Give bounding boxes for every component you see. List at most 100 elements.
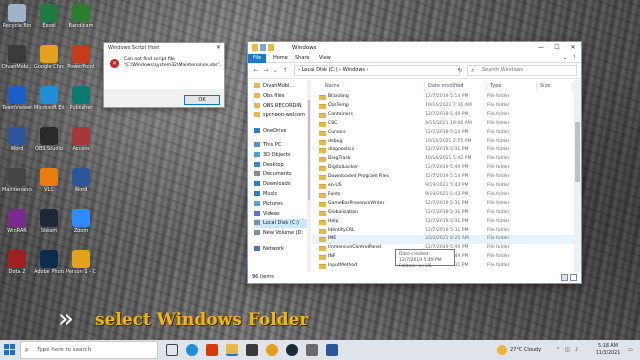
desktop-icon[interactable]: Adobe Photoshop (34, 250, 64, 286)
chrome-icon[interactable] (266, 344, 278, 356)
details-view-icon[interactable] (561, 274, 568, 281)
tab-share[interactable]: Share (290, 54, 314, 63)
back-button[interactable]: ← (252, 66, 260, 76)
nav-item[interactable]: Downloads (254, 180, 310, 189)
close-button[interactable]: ✕ (565, 42, 581, 54)
steam-icon[interactable] (286, 344, 298, 356)
nav-item[interactable]: DivanMobi... (254, 82, 310, 91)
file-row[interactable]: GameBarPresenceWriter 12/7/2019 5:31 PM Fi… (312, 200, 574, 208)
desktop-icon[interactable]: Access (66, 127, 96, 163)
desktop-icon[interactable]: Bandicam (66, 4, 96, 40)
file-row[interactable]: IME 2/10/2021 8:25 AM File folder (312, 235, 574, 244)
nav-item[interactable]: New Volume (D: (254, 229, 310, 238)
maximize-button[interactable]: ☐ (549, 42, 565, 54)
desktop-icon[interactable]: Zoom (66, 209, 96, 245)
nav-item[interactable]: Pictures (254, 200, 310, 209)
file-row[interactable]: Help 12/7/2019 5:31 PM File folder (312, 218, 574, 226)
desktop-icon[interactable]: OBS Studio (34, 127, 64, 163)
tray-chevron-icon[interactable]: ⌃ (556, 340, 560, 360)
desktop-icon[interactable]: Publisher (66, 86, 96, 122)
forward-button[interactable]: → (262, 66, 270, 76)
desktop-icon[interactable]: Recycle Bin (2, 4, 32, 40)
app-icon[interactable] (306, 344, 318, 356)
dialog-ok-button[interactable]: OK (184, 95, 220, 105)
new-folder-icon[interactable] (268, 44, 274, 51)
desktop-icon[interactable]: Maintenance (2, 168, 32, 204)
desktop-icon[interactable]: Dota 2 (2, 250, 32, 286)
nav-item[interactable]: Videos (254, 210, 310, 219)
file-row[interactable]: CbsTemp 10/16/2021 7:36 AM File folder (312, 102, 574, 110)
dialog-close-button[interactable]: ✕ (216, 43, 221, 53)
file-row[interactable]: Branding 12/7/2019 5:14 PM File folder (312, 93, 574, 101)
volume-icon[interactable]: ♪ (575, 340, 578, 360)
nav-scroll-thumb[interactable] (308, 100, 310, 200)
file-row[interactable]: IdentityCRL 12/7/2019 5:31 PM File folder (312, 227, 574, 235)
desktop-icon[interactable]: Word (2, 127, 32, 163)
up-button[interactable]: ↑ (281, 66, 289, 76)
desktop-icon[interactable]: Person 1 - Chrome (66, 250, 96, 286)
network-icon[interactable]: ◫ (565, 340, 570, 360)
nav-item[interactable]: Documents (254, 170, 310, 179)
file-row[interactable]: diagnostics 12/7/2019 5:31 PM File folder (312, 146, 574, 154)
weather-status[interactable]: 27°C Cloudy (510, 340, 541, 360)
address-field[interactable]: › Local Disk (C:) › Windows › (294, 65, 460, 76)
file-row[interactable]: Downloaded Program Files 12/7/2019 5:14 P… (312, 173, 574, 181)
word-icon[interactable] (326, 344, 338, 356)
nav-item[interactable]: Obs files (254, 92, 310, 101)
desktop-icon[interactable]: DivanMobi... (2, 45, 32, 81)
file-row[interactable]: en-US 9/19/2021 5:43 PM File folder (312, 182, 574, 190)
desktop-icon[interactable]: Google Chrome (34, 45, 64, 81)
nav-item[interactable]: OneDrive (254, 127, 310, 136)
properties-icon[interactable] (260, 44, 266, 51)
nav-scrollbar[interactable] (307, 80, 311, 272)
nav-item[interactable]: 3D Objects (254, 151, 310, 160)
notifications-icon[interactable]: ▭ (628, 340, 633, 360)
start-button[interactable] (4, 344, 16, 356)
desktop-icon[interactable]: WinRAR (2, 209, 32, 245)
store-icon[interactable] (246, 344, 258, 356)
taskbar-search-input[interactable]: ⌕ Type here to search (20, 341, 158, 359)
file-row[interactable]: Containers 12/7/2019 5:49 PM File folder (312, 111, 574, 119)
desktop-icon[interactable]: Word (66, 168, 96, 204)
desktop-icon[interactable]: TeamViewer (2, 86, 32, 122)
desktop-icon[interactable]: VLC (34, 168, 64, 204)
recent-dropdown[interactable]: ⌄ (271, 66, 279, 76)
file-row[interactable]: CSC 9/15/2021 10:05 AM File folder (312, 120, 574, 128)
clock[interactable]: 5:18 AM 11/3/2021 (590, 343, 626, 357)
tab-view[interactable]: View (314, 54, 336, 63)
help-icon[interactable]: ? (568, 54, 581, 63)
office-icon[interactable] (206, 344, 218, 356)
edge-icon[interactable] (186, 344, 198, 356)
file-list-scrollbar[interactable] (574, 80, 581, 272)
search-input[interactable]: ⌕ Search Windows (467, 65, 577, 76)
desktop-icon[interactable]: Excel (34, 4, 64, 40)
minimize-button[interactable]: — (533, 42, 549, 54)
column-header-date[interactable]: Date modified (425, 82, 487, 91)
nav-item[interactable]: Local Disk (C:) (254, 219, 310, 229)
column-header-size[interactable]: Size (537, 82, 573, 91)
file-row[interactable]: Globalization 12/7/2019 5:31 PM File folde… (312, 209, 574, 217)
file-row[interactable]: Cursors 12/7/2019 5:14 PM File folder (312, 129, 574, 137)
scroll-thumb[interactable] (575, 122, 580, 182)
nav-item[interactable]: spcnoon-welcom (254, 111, 310, 120)
nav-item[interactable]: Music (254, 190, 310, 199)
desktop-icon[interactable]: Steam (34, 209, 64, 245)
desktop-icon[interactable]: Microsoft Edge (34, 86, 64, 122)
file-row[interactable]: DiagTrack 10/16/2021 5:42 PM File folder (312, 155, 574, 163)
file-explorer-icon[interactable] (226, 344, 238, 356)
nav-item[interactable]: Network (254, 245, 310, 254)
tab-file[interactable]: File (248, 54, 266, 63)
file-row[interactable]: debug 10/10/2021 2:25 PM File folder (312, 138, 574, 146)
file-row[interactable]: Fonts 9/19/2021 5:43 PM File folder (312, 191, 574, 199)
nav-item[interactable]: OBS RECORDIN (254, 102, 310, 111)
file-row[interactable]: DigitalLocker 12/7/2019 5:49 PM File folde… (312, 164, 574, 172)
desktop-icon[interactable]: PowerPoint (66, 45, 96, 81)
large-icons-view-icon[interactable] (570, 274, 577, 281)
folder-icon[interactable] (252, 44, 258, 51)
task-view-icon[interactable] (166, 344, 178, 356)
nav-item[interactable]: Desktop (254, 161, 310, 170)
nav-item[interactable]: This PC (254, 141, 310, 150)
column-header-name[interactable]: Name (322, 82, 425, 91)
refresh-button[interactable]: ↻ (456, 66, 464, 76)
column-header-type[interactable]: Type (487, 82, 537, 91)
